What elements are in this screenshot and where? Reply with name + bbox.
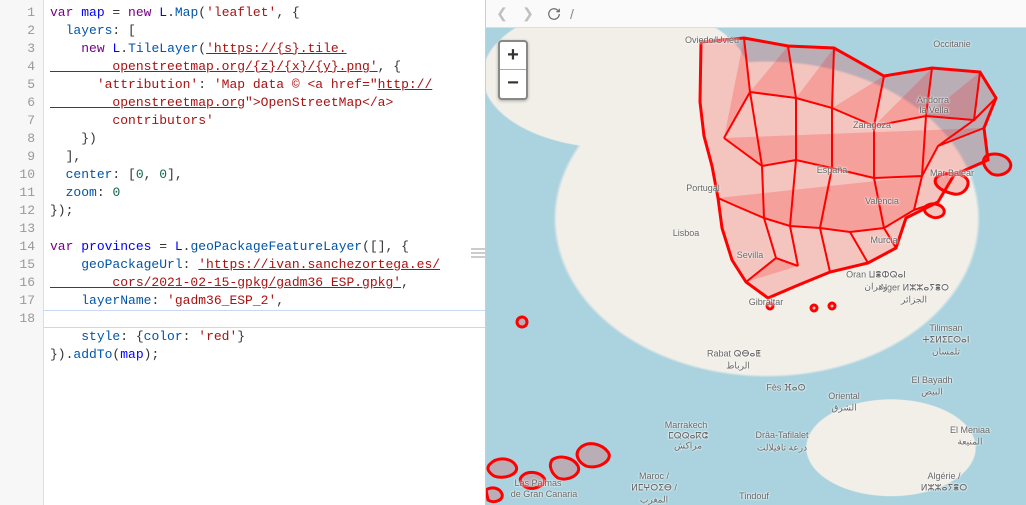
line-number: 16 <box>4 274 35 292</box>
code-line[interactable]: ], <box>50 148 479 166</box>
line-number: 2 <box>4 22 35 40</box>
chevron-right-icon[interactable]: ❯ <box>518 4 538 24</box>
province-overlay <box>486 28 1026 505</box>
zoom-control: + − <box>498 40 528 100</box>
code-line[interactable]: style: {color: 'red'} <box>50 328 479 346</box>
zoom-out-button[interactable]: − <box>500 70 526 98</box>
code-line[interactable] <box>50 364 479 382</box>
code-line[interactable]: var provinces = L.geoPackageFeatureLayer… <box>50 238 479 256</box>
code-area[interactable]: var map = new L.Map('leaflet', { layers:… <box>44 0 485 404</box>
line-number: 3 <box>4 40 35 58</box>
code-line[interactable]: zoom: 0 <box>50 184 479 202</box>
line-number: 8 <box>4 130 35 148</box>
code-line[interactable]: }) <box>50 130 479 148</box>
line-number: 11 <box>4 184 35 202</box>
code-line[interactable]: center: [0, 0], <box>50 166 479 184</box>
code-line[interactable] <box>50 220 479 238</box>
line-number: 12 <box>4 202 35 220</box>
line-number: 5 <box>4 76 35 94</box>
pane-resize-handle[interactable] <box>471 248 485 258</box>
line-number: 14 <box>4 238 35 256</box>
code-line[interactable]: new L.TileLayer('https://{s}.tile. opens… <box>50 40 479 76</box>
zoom-in-button[interactable]: + <box>500 42 526 70</box>
line-number: 13 <box>4 220 35 238</box>
code-line[interactable]: layers: [ <box>50 22 479 40</box>
code-line[interactable] <box>50 310 479 328</box>
line-number: 4 <box>4 58 35 76</box>
line-number: 9 <box>4 148 35 166</box>
line-number: 1 <box>4 4 35 22</box>
line-gutter: 123456789101112131415161718 <box>0 0 44 505</box>
code-line[interactable]: var map = new L.Map('leaflet', { <box>50 4 479 22</box>
code-line[interactable]: 'attribution': 'Map data © <a href="http… <box>50 76 479 130</box>
code-editor[interactable]: 123456789101112131415161718 var map = ne… <box>0 0 486 505</box>
line-number: 15 <box>4 256 35 274</box>
code-line[interactable]: }).addTo(map); <box>50 346 479 364</box>
line-number: 7 <box>4 112 35 130</box>
preview-pane: ❮ ❯ / <box>486 0 1026 505</box>
line-number: 18 <box>4 310 35 328</box>
chevron-left-icon[interactable]: ❮ <box>492 4 512 24</box>
code-line[interactable]: geoPackageUrl: 'https://ivan.sanchezorte… <box>50 256 479 292</box>
breadcrumb-text: / <box>570 6 574 22</box>
code-line[interactable]: layerName: 'gadm36_ESP_2', <box>50 292 479 310</box>
code-line[interactable]: }); <box>50 202 479 220</box>
leaflet-map[interactable]: + − Oviedo/UviéuPortugalLisboaSevillaGib… <box>486 28 1026 505</box>
line-number: 10 <box>4 166 35 184</box>
line-number: 6 <box>4 94 35 112</box>
code-line[interactable] <box>50 382 479 400</box>
line-number: 17 <box>4 292 35 310</box>
preview-toolbar: ❮ ❯ / <box>486 0 1026 28</box>
refresh-icon[interactable] <box>544 4 564 24</box>
